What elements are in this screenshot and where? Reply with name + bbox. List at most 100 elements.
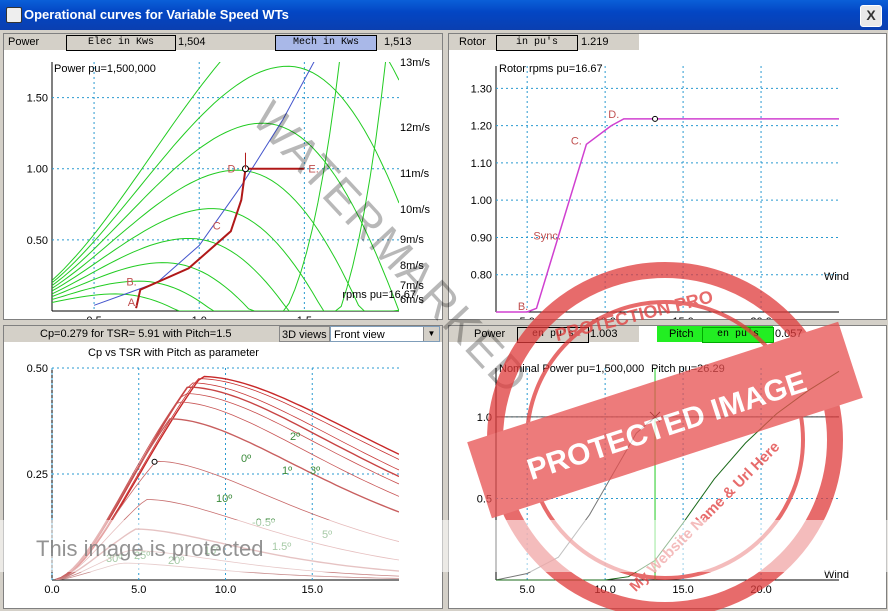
pitch-value: 0.057 xyxy=(775,328,803,340)
pitch-curve xyxy=(496,370,840,581)
pitch-value-label: 2º xyxy=(290,431,300,443)
rotor-rpm-chart: 5.0 10.0 15.0 20.0 0.80 0.90 1.00 1.10 1.20 1.30 R… xyxy=(471,63,849,319)
rotor-point-label: B. xyxy=(518,301,528,313)
wind-speed-label: 6m/s xyxy=(400,294,424,306)
y-tick-label: 0.5 xyxy=(477,493,492,505)
blue-curve xyxy=(93,62,315,306)
operating-point-label: E. xyxy=(308,164,318,176)
pitch-label: Pitch xyxy=(669,328,694,340)
wind-speed-label: 13m/s xyxy=(400,57,430,69)
cp-marker xyxy=(151,458,158,465)
x-tick-label: 5.0 xyxy=(520,584,535,596)
power-pu-button[interactable]: en pu's xyxy=(517,327,589,343)
power-panel: Power Elec in Kws 1,504 Mech in Kws 1,51… xyxy=(3,33,443,320)
3d-views-button[interactable]: 3D views xyxy=(279,326,330,342)
x-tick-label: 10.0 xyxy=(594,584,615,596)
bottom-power-value: 1.003 xyxy=(590,328,618,340)
rotor-rpm-line xyxy=(496,118,839,313)
rotor-pu-button[interactable]: in pu's xyxy=(496,35,578,51)
rotor-label: Rotor xyxy=(459,36,486,48)
pitch-value-label: 10º xyxy=(216,493,232,505)
x-tick-label: 1.0 xyxy=(192,315,207,319)
operating-curve xyxy=(135,167,305,309)
wind-curve xyxy=(52,62,387,311)
pitch-caption: Pitch pu=26.29 xyxy=(651,363,725,375)
rotor-point-label: C. xyxy=(571,135,582,147)
view-select-value: Front view xyxy=(334,329,385,341)
pp-x-axis-label: Wind xyxy=(824,569,849,581)
operating-point-label: B. xyxy=(126,277,136,289)
x-tick-label: 0.0 xyxy=(44,584,59,596)
wind-speed-label: 7m/s xyxy=(400,280,424,292)
wind-speed-label: 12m/s xyxy=(400,122,430,134)
rotor-marker xyxy=(652,115,659,122)
pitch-value-label: 5º xyxy=(322,529,332,541)
operating-point-label: D xyxy=(227,164,235,176)
pitch-value-label: 25º xyxy=(134,550,150,562)
rotor-x-axis-label: Wind xyxy=(824,271,849,283)
wind-curve xyxy=(52,65,399,284)
y-tick-label: 0.50 xyxy=(27,235,48,247)
rotor-value: 1.219 xyxy=(581,36,609,48)
cp-panel: Cp=0.279 for TSR= 5.91 with Pitch=1.5 3D… xyxy=(3,325,443,609)
y-tick-label: 1.10 xyxy=(471,158,492,170)
pitch-value-label: 30º xyxy=(106,553,122,565)
y-tick-label: 1.50 xyxy=(27,93,48,105)
y-tick-label: 1.00 xyxy=(27,164,48,176)
power-pitch-panel: Power en pu's 1.003 Pitch en pu's 0.057 … xyxy=(448,325,887,609)
x-tick-label: 1.5 xyxy=(297,315,312,319)
pitch-pu-button[interactable]: en pu's xyxy=(702,327,774,343)
operating-point-label: C xyxy=(213,220,221,232)
nominal-power-caption: Nominal Power pu=1,500,000 xyxy=(499,363,644,375)
pitch-value-label: 0º xyxy=(241,453,251,465)
wind-speed-label: 9m/s xyxy=(400,234,424,246)
cp-caption-bar: Cp=0.279 for TSR= 5.91 with Pitch=1.5 xyxy=(40,328,232,340)
x-tick-label: 10.0 xyxy=(215,584,236,596)
power-label: Power xyxy=(8,36,40,48)
pitch-value-label: 15º xyxy=(204,545,220,557)
view-select[interactable]: Front view ▼ xyxy=(330,326,440,342)
power-caption: Power pu=1,500,000 xyxy=(54,63,156,75)
y-tick-label: 1.30 xyxy=(471,83,492,95)
rotor-panel: Rotor in pu's 1.219 5.0 10.0 15.0 20.0 0.80 0… xyxy=(448,33,887,320)
pitch-curve xyxy=(55,498,399,580)
rotor-caption: Rotor rpms pu=16.67 xyxy=(499,63,603,75)
y-tick-label: 0.90 xyxy=(471,232,492,244)
bottom-power-label: Power xyxy=(474,328,506,340)
close-button[interactable]: X xyxy=(860,5,882,27)
wind-speed-label: 10m/s xyxy=(400,204,430,216)
y-tick-label: 0.50 xyxy=(27,363,48,375)
x-tick-label: 20.0 xyxy=(750,584,771,596)
wind-speed-label: 8m/s xyxy=(400,260,424,272)
wind-curve xyxy=(52,62,399,281)
power-pitch-chart: 5.0 10.0 15.0 20.0 0.5 1.0 Nominal Power pu=1,… xyxy=(477,363,849,596)
x-tick-label: 15.0 xyxy=(672,316,693,319)
rotor-point-label: D. xyxy=(608,109,619,121)
app-icon xyxy=(6,7,22,23)
wind-curve xyxy=(52,62,340,311)
chevron-down-icon[interactable]: ▼ xyxy=(423,327,439,341)
y-tick-label: 0.25 xyxy=(27,469,48,481)
pitch-value-label: 1º xyxy=(282,465,292,477)
pitch-curve xyxy=(55,393,399,580)
y-tick-label: 1.0 xyxy=(477,412,492,424)
x-tick-label: 5.0 xyxy=(131,584,146,596)
pitch-value-label: 3º xyxy=(310,465,320,477)
pitch-value-label: -0.5º xyxy=(252,517,275,529)
cp-tsr-chart: 0.0 5.0 10.0 15.0 0.25 0.50 Cp vs TSR with Pit… xyxy=(27,347,399,596)
operating-point-label: A. xyxy=(128,297,138,309)
power-curves-chart: 0.51.01.50.501.001.50Power pu=1,500,000r… xyxy=(27,57,431,319)
mech-value: 1,513 xyxy=(384,36,412,48)
mech-kws-button[interactable]: Mech in Kws xyxy=(275,35,377,51)
x-tick-label: 5.0 xyxy=(520,316,535,319)
elec-kws-button[interactable]: Elec in Kws xyxy=(66,35,176,51)
rotor-point-label: Sync. xyxy=(533,230,561,242)
window-title: Operational curves for Variable Speed WT… xyxy=(24,7,289,22)
y-tick-label: 1.00 xyxy=(471,195,492,207)
wind-curve xyxy=(52,122,399,311)
title-bar[interactable]: Operational curves for Variable Speed WT… xyxy=(0,0,888,30)
elec-value: 1,504 xyxy=(178,36,206,48)
pitch-value-label: 1.5º xyxy=(272,541,291,553)
y-tick-label: 0.80 xyxy=(471,270,492,282)
wind-speed-label: 11m/s xyxy=(400,168,430,180)
